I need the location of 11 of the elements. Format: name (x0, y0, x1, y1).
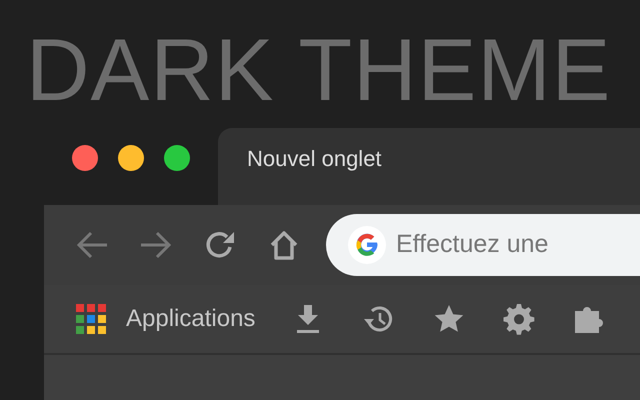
search-engine-icon (348, 226, 386, 264)
apps-grid-icon (76, 304, 106, 334)
address-bar[interactable]: Effectuez une (326, 214, 640, 276)
browser-tab[interactable]: Nouvel onglet (218, 128, 640, 205)
apps-bookmark[interactable]: Applications (76, 301, 256, 337)
address-input[interactable]: Effectuez une (396, 226, 606, 264)
headline: DARK THEME (26, 26, 612, 114)
close-button[interactable] (72, 144, 98, 170)
minimize-button[interactable] (118, 144, 144, 170)
settings-icon (502, 303, 535, 335)
zoom-button[interactable] (164, 144, 190, 170)
